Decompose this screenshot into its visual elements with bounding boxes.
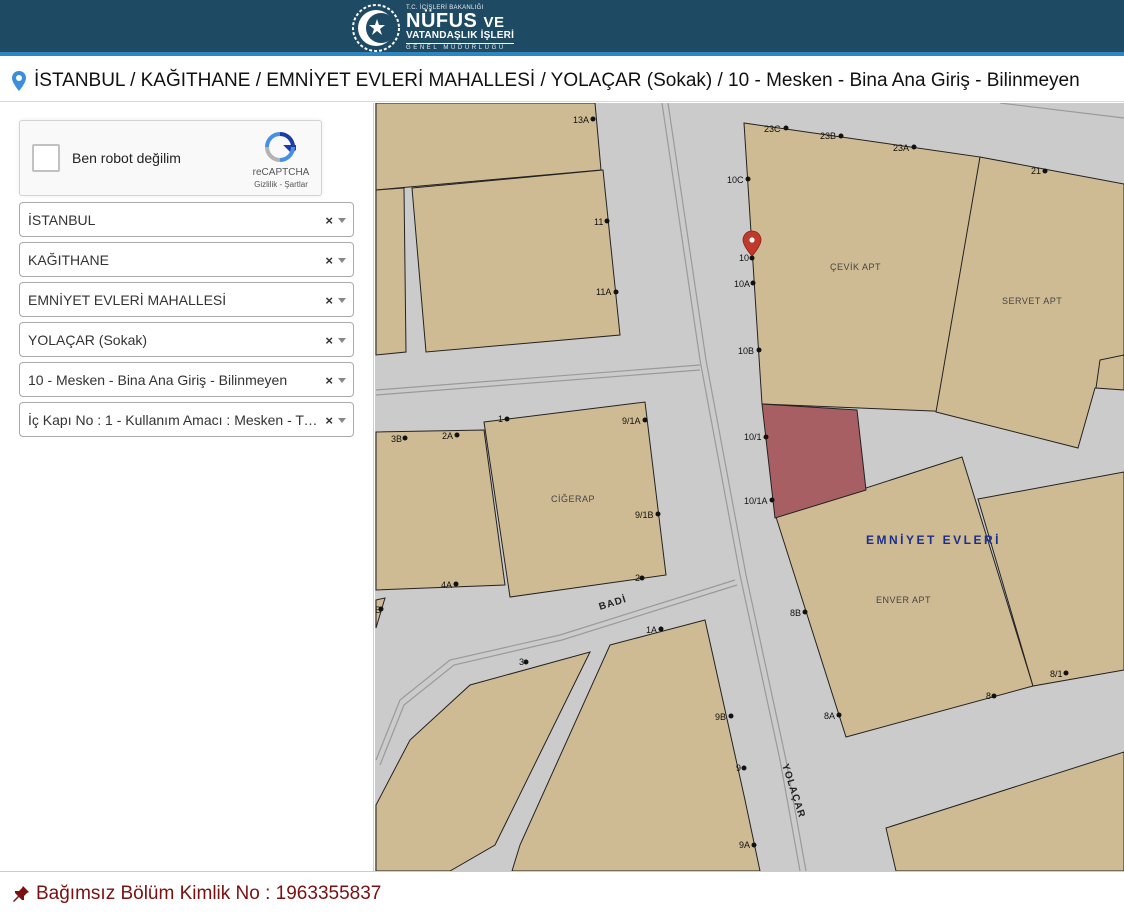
sokak-select-value: YOLAÇAR (Sokak) [28, 331, 148, 348]
address-number: 13A [573, 115, 589, 125]
recaptcha-brand: reCAPTCHA [252, 167, 310, 178]
pushpin-icon [13, 885, 29, 902]
recaptcha-terms-link[interactable]: Gizlilik - Şartlar [240, 180, 322, 189]
ilce-select[interactable]: KAĞITHANE × [19, 242, 354, 277]
address-number: 23C [764, 124, 781, 134]
logo-genel: GENEL MÜDÜRLÜĞÜ [406, 43, 515, 51]
address-number: 10/1A [744, 496, 768, 506]
address-number: 4A [441, 580, 452, 590]
address-number: 11 [594, 217, 603, 227]
building-name: ENVER APT [876, 595, 931, 605]
address-number: 10 [739, 253, 749, 263]
mahalle-select[interactable]: EMNİYET EVLERİ MAHALLESİ × [19, 282, 354, 317]
address-number: 9A [739, 840, 750, 850]
clear-icon[interactable]: × [325, 333, 333, 348]
address-number: 21 [1031, 166, 1041, 176]
dropdown-arrow-icon[interactable] [338, 258, 346, 263]
recaptcha-icon [265, 132, 296, 162]
clear-icon[interactable]: × [325, 293, 333, 308]
address-number: 8B [790, 608, 801, 618]
il-select[interactable]: İSTANBUL × [19, 202, 354, 237]
clear-icon[interactable]: × [325, 213, 333, 228]
address-number: 1A [646, 625, 657, 635]
clear-icon[interactable]: × [325, 373, 333, 388]
sokak-select[interactable]: YOLAÇAR (Sokak) × [19, 322, 354, 357]
address-number: 3B [391, 434, 402, 444]
address-number: 10/1 [744, 432, 762, 442]
map-parcel [411, 169, 621, 353]
address-number: 23A [893, 143, 909, 153]
address-number: 11A [596, 287, 611, 297]
map-parcel [1095, 354, 1124, 391]
building-name: CİĞERAP [551, 494, 595, 504]
dropdown-arrow-icon[interactable] [338, 378, 346, 383]
bina-select-value: 10 - Mesken - Bina Ana Giriş - Bilinmeye… [28, 371, 288, 388]
map-canvas[interactable]: 13A 23C 23B 23A 21 10C 11 11A 10 10A 10B… [375, 103, 1124, 871]
il-select-value: İSTANBUL [28, 211, 96, 228]
address-number: 9/1B [635, 510, 654, 520]
ic-kapi-select-value: İç Kapı No : 1 - Kullanım Amacı : Mesken… [28, 411, 318, 428]
street-label-yolacar: YOLAÇAR [779, 763, 807, 820]
ilce-select-value: KAĞITHANE [28, 251, 109, 268]
address-number: 9B [715, 712, 726, 722]
ic-kapi-select[interactable]: İç Kapı No : 1 - Kullanım Amacı : Mesken… [19, 402, 354, 437]
address-number: 10B [738, 346, 754, 356]
address-number: 9 [736, 763, 741, 773]
recaptcha-checkbox[interactable] [32, 144, 60, 172]
dropdown-arrow-icon[interactable] [338, 298, 346, 303]
clear-icon[interactable]: × [325, 413, 333, 428]
map-view[interactable]: 13A 23C 23B 23A 21 10C 11 11A 10 10A 10B… [375, 103, 1124, 871]
map-parcel [511, 619, 761, 871]
address-number: 10C [727, 175, 744, 185]
dropdown-arrow-icon[interactable] [338, 418, 346, 423]
street-label-badi: BADİ [597, 592, 628, 613]
address-number: 8/1 [1050, 669, 1063, 679]
building-name: ÇEVİK APT [830, 262, 881, 272]
address-number: 1 [498, 414, 503, 424]
address-number: 3 [519, 657, 524, 667]
district-label: EMNİYET EVLERİ [866, 532, 1001, 547]
clear-icon[interactable]: × [325, 253, 333, 268]
address-number: 9/1A [622, 416, 641, 426]
address-breadcrumb: İSTANBUL / KAĞITHANE / EMNİYET EVLERİ MA… [0, 60, 1124, 102]
address-number: 2 [635, 573, 640, 583]
bina-select[interactable]: 10 - Mesken - Bina Ana Giriş - Bilinmeye… [19, 362, 354, 397]
map-parcel [375, 429, 506, 591]
logo-nufus: NÜFUS [406, 10, 478, 32]
logo-ve: VE [483, 14, 505, 31]
address-number: 10A [734, 279, 750, 289]
mahalle-select-value: EMNİYET EVLERİ MAHALLESİ [28, 291, 227, 308]
address-text: İSTANBUL / KAĞITHANE / EMNİYET EVLERİ MA… [34, 69, 1080, 91]
recaptcha-label: Ben robot değilim [72, 150, 181, 166]
map-parcel [885, 751, 1124, 871]
address-number: 8A [824, 711, 835, 721]
address-number: 8 [986, 691, 991, 701]
address-number: 2A [442, 431, 453, 441]
dropdown-arrow-icon[interactable] [338, 338, 346, 343]
building-name: SERVET APT [1002, 296, 1062, 306]
dropdown-arrow-icon[interactable] [338, 218, 346, 223]
header-bar: T.C. İÇİŞLERİ BAKANLIĞI NÜFUS VE VATANDA… [0, 0, 1124, 56]
recaptcha-widget: Ben robot değilim reCAPTCHA Gizlilik - Ş… [19, 120, 322, 196]
footer-bar: Bağımsız Bölüm Kimlik No : 1963355837 [0, 871, 1124, 915]
logo-vatandaslik: VATANDAŞLIK İŞLERİ [406, 30, 515, 41]
address-number: 23B [820, 131, 836, 141]
map-marker-icon [12, 70, 26, 91]
crescent-star-icon [352, 4, 400, 52]
map-parcel [375, 187, 407, 356]
sidebar-panel: Ben robot değilim reCAPTCHA Gizlilik - Ş… [0, 103, 374, 871]
nvi-logo[interactable]: T.C. İÇİŞLERİ BAKANLIĞI NÜFUS VE VATANDA… [350, 2, 515, 54]
bagimsiz-bolum-id: Bağımsız Bölüm Kimlik No : 1963355837 [36, 882, 382, 904]
address-number: B [375, 605, 381, 615]
